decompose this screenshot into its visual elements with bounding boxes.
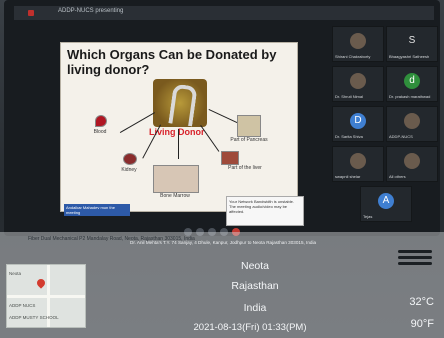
participant-tile[interactable]: A Tejas <box>360 186 412 222</box>
organ-label: Part of the liver <box>228 165 262 171</box>
stamp-datetime: 2021-08-13(Fri) 01:33(PM) <box>193 322 307 333</box>
participant-name: Dr. prakash marathwad <box>389 94 431 99</box>
meeting-top-bar: ADDP-NUCS presenting <box>14 6 434 20</box>
speaker-caption: Andalkar Mahadev mun the meeting <box>64 204 130 216</box>
photo-scene: ADDP-NUCS presenting Which Organs Can be… <box>0 0 444 338</box>
participant-avatar <box>350 73 366 89</box>
recording-icon <box>28 10 34 16</box>
stamp-country: India <box>243 302 267 314</box>
participant-name: Shirani Chakraborty <box>335 54 371 59</box>
participant-name: ADDP-NUCS <box>389 134 413 139</box>
participant-tile[interactable]: Shirani Chakraborty <box>332 26 384 62</box>
pancreas-icon <box>237 115 261 137</box>
blood-icon <box>95 115 107 127</box>
organ-label: Part of Pancreas <box>230 137 268 143</box>
location-pin-icon <box>35 277 47 289</box>
participant-name: Tejas <box>363 214 373 219</box>
window-title: ADDP-NUCS presenting <box>58 8 124 14</box>
monitor-screen: ADDP-NUCS presenting Which Organs Can be… <box>4 0 440 236</box>
map-label: ADDP MUSTY SCHOOL <box>9 315 59 320</box>
organ-label: Blood <box>93 129 107 135</box>
participant-name: Bhaagyashri Satheesh <box>389 54 430 59</box>
participant-name: All others <box>389 174 406 179</box>
network-warning-popup[interactable]: Your Network Bandwidth is unstable. The … <box>226 196 304 226</box>
participant-tile[interactable]: ADDP-NUCS <box>386 106 438 142</box>
slide-title: Which Organs Can be Donated by living do… <box>67 47 277 77</box>
participant-tile[interactable]: S Bhaagyashri Satheesh <box>386 26 438 62</box>
stamp-subheader: Dr. Anil Mehta's T.Y. 74 Sanjay, 4 Dhule… <box>130 240 317 245</box>
arrow-icon <box>208 109 239 124</box>
participant-avatar: D <box>350 113 366 129</box>
participant-avatar: d <box>404 73 420 89</box>
weather-haze-icon <box>396 248 436 270</box>
participant-avatar <box>404 113 420 129</box>
participant-avatar <box>350 33 366 49</box>
participant-avatar <box>350 153 366 169</box>
participant-tile[interactable]: Dr. Shruti Nimal <box>332 66 384 102</box>
ribbon-icon <box>153 79 207 127</box>
kidney-icon <box>123 153 137 165</box>
shared-slide: Which Organs Can be Donated by living do… <box>60 42 298 212</box>
stamp-temp-celsius: 32°C <box>409 296 434 308</box>
participant-avatar <box>404 153 420 169</box>
participant-tile[interactable]: D Dr. Sarita Shiva <box>332 106 384 142</box>
liver-icon <box>221 151 239 165</box>
organ-label: Kidney <box>121 167 137 173</box>
participant-avatar: A <box>378 193 394 209</box>
map-label: Neota <box>9 271 22 276</box>
participant-name: Dr. Shruti Nimal <box>335 94 364 99</box>
organ-label: Bone Marrow <box>160 193 190 199</box>
mini-map: Neota ADDP NUCS ADDP MUSTY SCHOOL <box>6 264 86 328</box>
participant-gallery: Shirani Chakraborty S Bhaagyashri Sathee… <box>332 26 440 222</box>
map-road <box>7 295 85 298</box>
participant-tile[interactable]: All others <box>386 146 438 182</box>
participant-name: Dr. Sarita Shiva <box>335 134 363 139</box>
arrow-icon <box>200 125 220 152</box>
arrow-icon <box>178 129 179 159</box>
map-label: ADDP NUCS <box>9 303 36 308</box>
bone-marrow-icon <box>153 165 199 193</box>
stamp-state: Rajasthan <box>231 280 279 292</box>
stamp-temp-fahrenheit: 90°F <box>410 318 434 330</box>
stamp-city: Neota <box>240 260 270 272</box>
participant-name: swapnil shelar <box>335 174 361 179</box>
participant-avatar: S <box>408 35 416 46</box>
participant-tile[interactable]: d Dr. prakash marathwad <box>386 66 438 102</box>
participant-tile[interactable]: swapnil shelar <box>332 146 384 182</box>
